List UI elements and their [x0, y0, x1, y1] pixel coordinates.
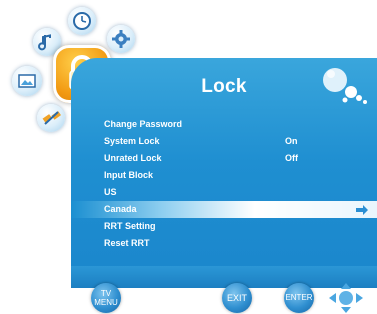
settings-menu-icon[interactable] [107, 25, 135, 53]
picture-icon [18, 74, 36, 88]
lock-options-list: Change Password System Lock On Unrated L… [71, 116, 377, 252]
menu-item-label: Canada [104, 204, 137, 214]
picture-menu-icon[interactable] [12, 66, 42, 96]
menu-item-label: System Lock [104, 136, 160, 146]
menu-item-rrt-setting[interactable]: RRT Setting [71, 218, 377, 235]
clock-menu-icon[interactable] [68, 7, 96, 35]
unrated-lock-value: Off [285, 153, 298, 163]
menu-item-label: RRT Setting [104, 221, 156, 231]
tv-menu-button[interactable]: TV MENU [91, 283, 121, 313]
menu-item-label: Reset RRT [104, 238, 150, 248]
menu-item-label: Change Password [104, 119, 183, 129]
menu-item-canada[interactable]: Canada [71, 201, 377, 218]
menu-item-reset-rrt[interactable]: Reset RRT [71, 235, 377, 252]
exit-button[interactable]: EXIT [222, 283, 252, 313]
menu-item-label: Input Block [104, 170, 153, 180]
arrow-right-icon [356, 205, 368, 215]
navigation-arrows-icon[interactable] [327, 282, 365, 314]
enter-label: ENTER [285, 293, 313, 302]
menu-item-us[interactable]: US [71, 184, 377, 201]
satellite-menu-icon[interactable] [37, 104, 65, 132]
tv-menu-label-line2: MENU [94, 298, 118, 307]
menu-item-label: Unrated Lock [104, 153, 162, 163]
exit-label: EXIT [226, 293, 247, 303]
tv-menu-label-line1: TV [100, 289, 112, 298]
menu-item-input-block[interactable]: Input Block [71, 167, 377, 184]
menu-item-unrated-lock[interactable]: Unrated Lock Off [71, 150, 377, 167]
menu-item-system-lock[interactable]: System Lock On [71, 133, 377, 150]
satellite-icon [42, 111, 61, 125]
menu-item-label: US [104, 187, 117, 197]
menu-item-change-password[interactable]: Change Password [71, 116, 377, 133]
settings-icon [112, 30, 130, 48]
decorative-bubbles-icon [323, 68, 367, 104]
system-lock-value: On [285, 136, 298, 146]
enter-button[interactable]: ENTER [284, 283, 314, 313]
clock-icon [73, 12, 91, 30]
lock-menu-panel: Lock Change Password System Lock On Unra… [71, 58, 377, 288]
